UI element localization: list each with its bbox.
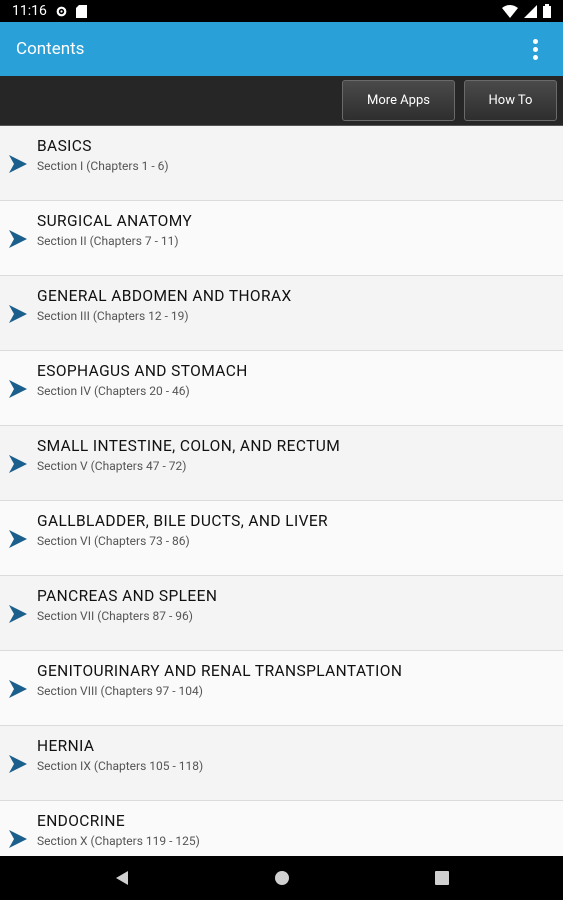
app-bar: Contents [0, 22, 563, 76]
wifi-icon [502, 4, 518, 18]
home-button[interactable] [202, 871, 362, 885]
home-icon [274, 871, 289, 885]
chevron-right-icon [9, 680, 27, 698]
chevron-right-icon [9, 155, 27, 173]
chevron-right-icon [9, 230, 27, 248]
contents-list: BASICS Section I (Chapters 1 - 6) SURGIC… [0, 126, 563, 856]
section-row[interactable]: ENDOCRINE Section X (Chapters 119 - 125) [0, 801, 563, 856]
section-row[interactable]: BASICS Section I (Chapters 1 - 6) [0, 126, 563, 201]
chevron-right-icon [9, 755, 27, 773]
section-title: HERNIA [37, 737, 95, 755]
section-title: ESOPHAGUS AND STOMACH [37, 362, 248, 380]
section-title: PANCREAS AND SPLEEN [37, 587, 218, 605]
section-subtitle: Section X (Chapters 119 - 125) [37, 834, 200, 848]
section-title: GENITOURINARY AND RENAL TRANSPLANTATION [37, 662, 403, 680]
section-title: GALLBLADDER, BILE DUCTS, AND LIVER [37, 512, 328, 530]
chevron-right-icon [9, 455, 27, 473]
section-row[interactable]: SMALL INTESTINE, COLON, AND RECTUM Secti… [0, 426, 563, 501]
page-title: Contents [16, 39, 85, 59]
section-subtitle: Section III (Chapters 12 - 19) [37, 309, 189, 323]
section-row[interactable]: GENERAL ABDOMEN AND THORAX Section III (… [0, 276, 563, 351]
section-title: SMALL INTESTINE, COLON, AND RECTUM [37, 437, 341, 455]
clock: 11:16 [12, 3, 47, 19]
back-icon [115, 871, 128, 885]
section-row[interactable]: ESOPHAGUS AND STOMACH Section IV (Chapte… [0, 351, 563, 426]
section-subtitle: Section I (Chapters 1 - 6) [37, 159, 169, 173]
status-bar: 11:16 [0, 0, 563, 22]
section-row[interactable]: GALLBLADDER, BILE DUCTS, AND LIVER Secti… [0, 501, 563, 576]
section-subtitle: Section II (Chapters 7 - 11) [37, 234, 179, 248]
section-subtitle: Section V (Chapters 47 - 72) [37, 459, 187, 473]
section-subtitle: Section VII (Chapters 87 - 96) [37, 609, 193, 623]
section-title: SURGICAL ANATOMY [37, 212, 193, 230]
recents-icon [434, 871, 449, 885]
section-subtitle: Section VIII (Chapters 97 - 104) [37, 684, 203, 698]
section-subtitle: Section IX (Chapters 105 - 118) [37, 759, 204, 773]
chevron-right-icon [9, 830, 27, 848]
settings-icon [56, 6, 67, 16]
cell-signal-icon [524, 4, 537, 18]
system-nav-bar [0, 856, 563, 900]
back-button[interactable] [42, 870, 202, 886]
recents-button[interactable] [362, 871, 522, 885]
section-subtitle: Section IV (Chapters 20 - 46) [37, 384, 190, 398]
overflow-menu-icon[interactable] [523, 34, 547, 64]
chevron-right-icon [9, 380, 27, 398]
chevron-right-icon [9, 305, 27, 323]
more-apps-button[interactable]: More Apps [342, 80, 455, 121]
toolbar: More Apps How To [0, 76, 563, 126]
chevron-right-icon [9, 605, 27, 623]
section-title: BASICS [37, 137, 92, 155]
section-row[interactable]: SURGICAL ANATOMY Section II (Chapters 7 … [0, 201, 563, 276]
sd-card-icon [75, 4, 87, 18]
section-row[interactable]: GENITOURINARY AND RENAL TRANSPLANTATION … [0, 651, 563, 726]
how-to-button[interactable]: How To [464, 80, 557, 121]
section-row[interactable]: PANCREAS AND SPLEEN Section VII (Chapter… [0, 576, 563, 651]
section-title: GENERAL ABDOMEN AND THORAX [37, 287, 292, 305]
battery-icon [543, 4, 551, 18]
chevron-right-icon [9, 530, 27, 548]
section-subtitle: Section VI (Chapters 73 - 86) [37, 534, 190, 548]
section-row[interactable]: HERNIA Section IX (Chapters 105 - 118) [0, 726, 563, 801]
section-title: ENDOCRINE [37, 812, 126, 830]
